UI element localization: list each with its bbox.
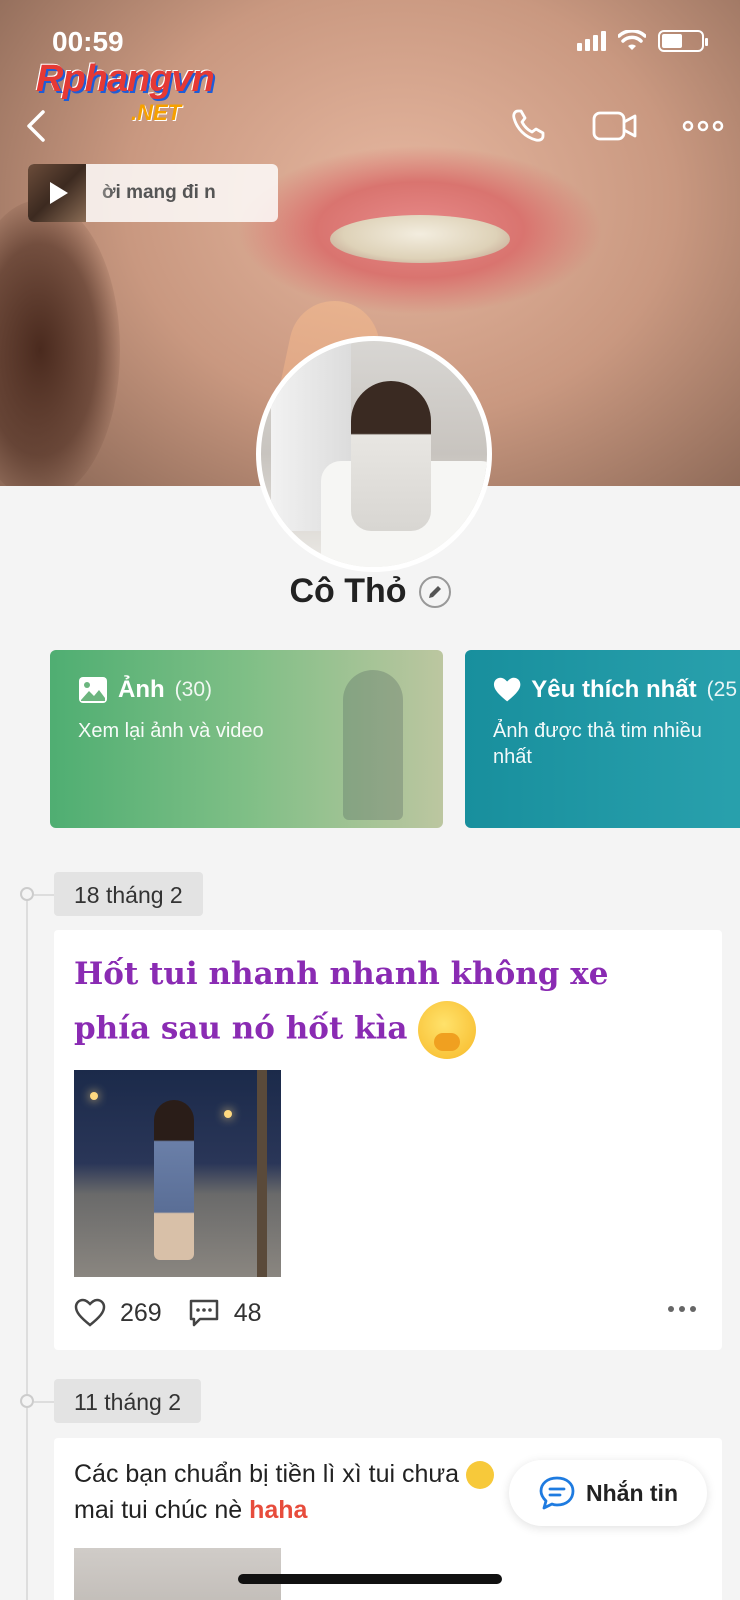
post-title: Hốt tui nhanh nhanh không xe phía sau nó… <box>74 948 694 1059</box>
image-icon <box>79 677 107 703</box>
street-light-shape <box>90 1092 98 1100</box>
comment-count: 48 <box>233 1298 262 1327</box>
more-dot-icon <box>668 1306 674 1312</box>
video-camera-icon <box>592 111 637 141</box>
photo-pole-shape <box>257 1070 267 1277</box>
post-text-line2: mai tui chúc nè <box>74 1496 243 1524</box>
home-indicator[interactable] <box>238 1574 502 1584</box>
cover-hair-shape <box>0 200 120 486</box>
watermark-logo: Rphangvn .NET <box>36 58 215 125</box>
pleading-face-emoji-icon <box>418 1001 477 1059</box>
post-photo[interactable] <box>74 1070 281 1277</box>
avatar-person-shape <box>351 381 431 531</box>
like-button[interactable]: 269 <box>74 1298 162 1328</box>
signal-icon <box>577 31 606 51</box>
battery-icon <box>658 30 708 52</box>
timeline-connector <box>34 1401 54 1403</box>
favorites-card-desc: Ảnh được thả tim nhiều nhất <box>493 720 702 768</box>
comment-button[interactable]: 48 <box>188 1298 262 1328</box>
avatar[interactable] <box>256 336 492 572</box>
photos-card-count: (30) <box>174 678 213 701</box>
wifi-icon <box>618 30 646 50</box>
post-actions: 269 48 <box>74 1298 274 1328</box>
post-highlight: haha <box>249 1496 308 1524</box>
comment-icon <box>189 1299 218 1327</box>
profile-name: Cô Thỏ <box>289 572 407 610</box>
date-chip: 11 tháng 2 <box>54 1379 202 1423</box>
back-button[interactable] <box>16 104 56 148</box>
timeline-dot <box>20 887 34 901</box>
status-icons <box>577 30 708 52</box>
timeline-dot <box>20 1394 34 1408</box>
timeline-line <box>26 890 28 1600</box>
watermark-main: Rphangvn <box>36 58 215 100</box>
message-button[interactable]: Nhắn tin <box>509 1460 707 1526</box>
post-more-button[interactable] <box>668 1306 696 1312</box>
profile-music-widget[interactable]: ời mang đi n <box>28 164 278 222</box>
date-chip: 18 tháng 2 <box>54 872 203 916</box>
video-call-button[interactable] <box>590 104 640 148</box>
music-thumbnail[interactable] <box>28 164 86 222</box>
like-count: 269 <box>120 1298 162 1327</box>
photos-card-background <box>343 670 403 820</box>
favorites-card[interactable]: Yêu thích nhất (25 Ảnh được thả tim nhiề… <box>465 650 740 828</box>
heart-icon <box>493 677 521 702</box>
timeline-connector <box>34 894 54 896</box>
message-button-label: Nhắn tin <box>586 1479 678 1506</box>
favorites-card-header: Yêu thích nhất (25 <box>493 676 737 704</box>
more-dot-icon <box>690 1306 696 1312</box>
photos-card-desc: Xem lại ảnh và video <box>78 720 264 742</box>
photos-card[interactable]: Ảnh (30) Xem lại ảnh và video <box>50 650 443 828</box>
play-icon <box>50 182 68 204</box>
music-song-title: ời mang đi n <box>102 182 216 203</box>
chevron-left-icon <box>27 110 45 142</box>
cover-mouth-shape <box>330 215 510 263</box>
post-text: Hốt tui nhanh nhanh không xe phía sau nó… <box>74 956 609 1047</box>
heart-outline-icon <box>74 1298 106 1327</box>
street-light-shape <box>224 1110 232 1118</box>
photos-card-title: Ảnh <box>118 676 165 703</box>
watermark-sub: .NET <box>131 100 182 125</box>
status-time: 00:59 <box>52 26 124 57</box>
post-card[interactable]: Hốt tui nhanh nhanh không xe phía sau nó… <box>54 930 722 1350</box>
photo-person-shape <box>154 1100 194 1260</box>
edit-name-button[interactable] <box>418 575 451 608</box>
profile-name-row: Cô Thỏ <box>0 572 740 611</box>
emoji-icon <box>465 1461 494 1490</box>
chat-bubble-icon <box>539 1476 575 1510</box>
favorites-card-title: Yêu thích nhất <box>531 676 697 703</box>
favorites-card-count: (25 <box>706 678 737 701</box>
more-horizontal-icon <box>682 120 724 132</box>
pencil-icon <box>428 585 441 598</box>
more-button[interactable] <box>678 104 728 148</box>
post-text-line1: Các bạn chuẩn bị tiền lì xì tui chưa <box>74 1460 460 1488</box>
call-button[interactable] <box>506 104 550 148</box>
more-dot-icon <box>679 1306 685 1312</box>
phone-icon <box>512 109 545 142</box>
